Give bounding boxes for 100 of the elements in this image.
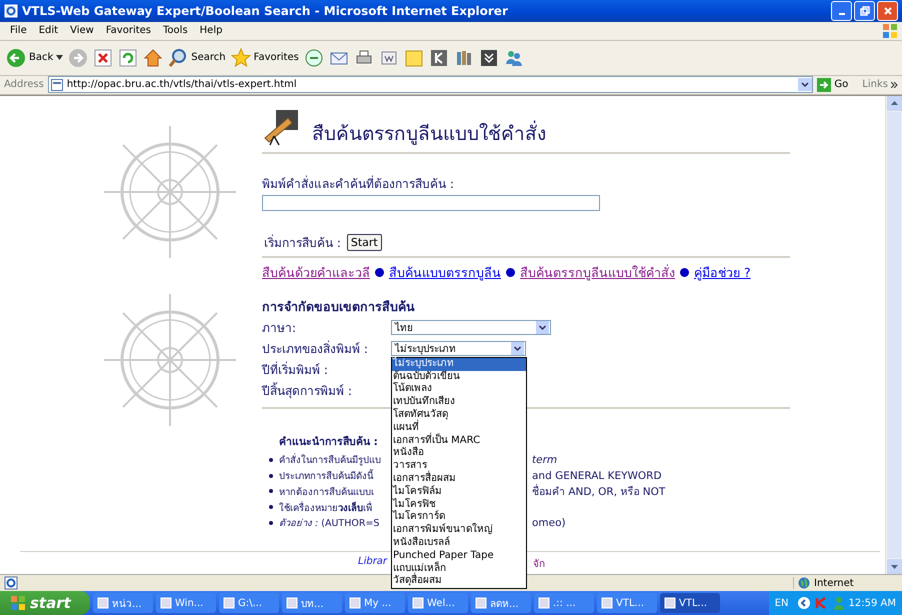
hint-text: คำสั่งในการสืบค้นมีรูปแบ [279,452,381,468]
menu-item[interactable]: Edit [32,25,64,36]
taskbar-button[interactable]: My ... [345,593,405,613]
home-icon[interactable] [143,48,164,68]
clock: 12:59 AM [848,598,896,608]
search-icon [168,48,188,68]
dropdown-option[interactable]: ต้นฉบับตัวเขียน [392,370,526,384]
bullet-icon [375,268,384,278]
window-icon [349,597,361,609]
windows-logo-icon [10,595,26,611]
taskbar-button[interactable]: Wel... [408,593,468,613]
dropdown-option[interactable]: ไมโครฟิล์ม [392,486,526,499]
window-icon [97,597,109,609]
browser-icon [4,4,18,18]
dropdown-option[interactable]: ไม่ระบุประเภท [392,358,526,371]
field-label: ประเภทของสิ่งพิมพ์ : [262,340,369,358]
taskbar-button[interactable]: บท... [282,593,342,613]
dropdown-option[interactable]: เทปบันทึกเสียง [392,396,526,410]
hint-text: ใช้เครื่องหมายวงเล็บเพื่ [279,500,372,515]
window-title: VTLS-Web Gateway Expert/Boolean Search - Microsoft Internet Explorer [22,4,509,18]
page-icon [4,576,18,590]
scroll-down-icon[interactable] [886,559,902,574]
address-label: Address [4,79,44,90]
window-icon [601,597,613,609]
hint-text: ประเภทการสืบค้นมีดังนี้ [279,468,373,484]
chevron-icon [891,82,898,88]
address-field[interactable]: http://opac.bru.ac.th/vtls/thai/vtls-expert.html [48,76,814,94]
section-title: การจำกัดขอบเขตการสืบค้น [262,298,416,316]
dropdown-option[interactable]: เอกสารสื่อผสม [392,473,526,486]
field-label: ปีสิ้นสุดการพิมพ์ : [262,381,353,400]
minimize-button[interactable] [831,0,852,21]
footer-link[interactable]: จัก [533,556,545,571]
refresh-icon[interactable] [118,48,138,68]
taskbar-button[interactable]: G:\... [219,593,279,613]
dropdown-option[interactable]: ไมโครฟิช [392,498,526,512]
window-icon [160,597,172,609]
nav-link[interactable]: สืบค้นตรรกบูลีนแบบใช้คำสั่ง [520,262,675,283]
bullet-icon [506,268,515,278]
dropdown-option[interactable]: โน้ตเพลง [392,383,526,396]
links-button[interactable]: Links [862,79,898,90]
bullet-icon [269,458,273,462]
taskbar-button[interactable]: VTL... [597,593,657,613]
page-heading: สืบค้นตรรกบูลีนแบบใช้คำสั่ง [312,120,546,147]
nav-link[interactable]: คู่มือช่วย ? [694,262,751,283]
dropdown-option[interactable]: เอกสารที่เป็น MARC [392,434,526,448]
menu-item[interactable]: View [64,25,100,36]
start-label: เริ่มการสืบค้น : [264,234,341,252]
nav-link[interactable]: สืบค้นด้วยคำและวลี [262,262,370,283]
maximize-button[interactable] [854,0,875,21]
stop-icon[interactable] [93,48,114,68]
window-icon [664,597,676,609]
search-button[interactable]: Search [168,48,226,68]
hint-text: ตัวอย่าง : (AUTHOR=S [279,517,380,530]
query-label: พิมพ์คำสั่งและคำค้นที่ต้องการสืบค้น : [262,174,455,193]
go-button[interactable]: Go [817,78,858,92]
hint-text: omeo) [532,516,566,529]
select-field[interactable]: ไทย [391,320,551,335]
favorites-button[interactable]: Favorites [230,48,299,68]
taskbar-button[interactable]: VTL... [660,593,720,613]
field-label: ปีที่เริ่มพิมพ์ : [262,360,329,379]
hints-heading: คำแนะนำการสืบค้น : [279,434,378,450]
footer-link[interactable]: Librar [358,556,388,571]
chevron-box-icon[interactable] [478,48,499,68]
select-field[interactable]: ไม่ระบุประเภท [391,340,526,356]
dropdown-option[interactable]: เอกสารพิมพ์ขนาดใหญ่ [392,524,526,537]
window-icon [223,597,235,609]
minimize-icon [838,12,844,15]
back-button[interactable]: Back [6,48,64,68]
taskbar-button[interactable]: หน่ว... [93,593,153,613]
close-button[interactable] [877,0,898,21]
menu-item[interactable]: Favorites [100,25,158,36]
dropdown-option[interactable]: ไมโครการ์ด [392,511,526,524]
nav-link[interactable]: สืบค้นแบบตรรกบูลีน [389,262,501,283]
taskbar-button[interactable]: .:: ... [534,593,594,613]
restore-icon [860,6,870,16]
menu-item[interactable]: Tools [157,25,194,36]
taskbar-button[interactable]: ลดห... [471,593,531,613]
hint-text: term [532,454,558,466]
vertical-scrollbar[interactable] [885,96,902,574]
menu-item[interactable]: File [4,25,33,36]
bullet-icon [269,474,273,478]
globe-icon [798,577,810,590]
window-icon [286,597,298,609]
scroll-up-icon[interactable] [886,96,902,111]
bullet-icon [680,268,689,278]
dropdown-option[interactable]: โสตทัศนวัสดุ [392,409,526,422]
window-icon [475,597,487,609]
dropdown-option[interactable]: หนังสือเบรลล์ [392,537,526,550]
telescope-icon [262,110,298,146]
dropdown-option[interactable]: หนังสือ [392,447,526,460]
close-icon [882,6,892,16]
dropdown-option[interactable]: วัสดุสื่อผสม [392,575,526,588]
k-icon[interactable] [428,48,449,68]
media-icon[interactable] [304,48,324,68]
start-button[interactable]: Start [346,234,382,252]
taskbar-button[interactable]: Win... [156,593,216,613]
bullet-icon [269,520,273,525]
query-input[interactable] [262,194,600,211]
hint-text: หากต้องการสืบค้นแบบเ [279,486,374,499]
menu-item[interactable]: Help [194,25,228,36]
